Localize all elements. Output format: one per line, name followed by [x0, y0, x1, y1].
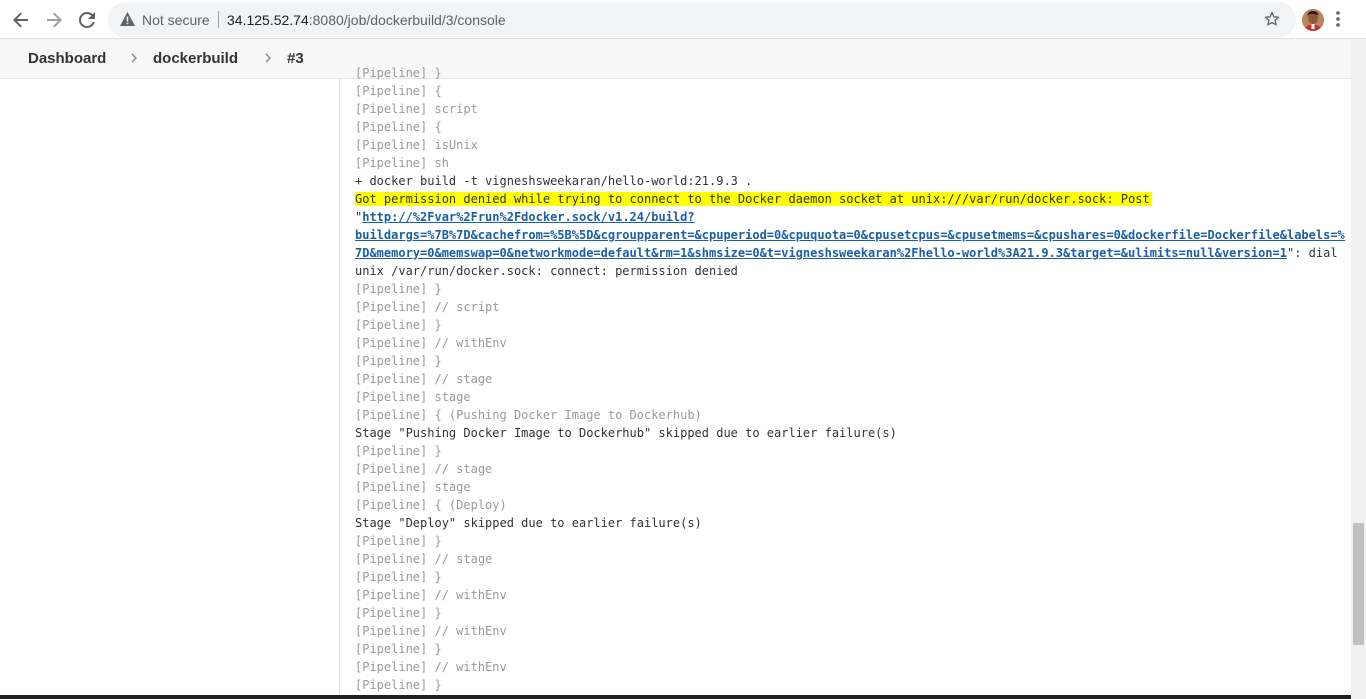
avatar-image — [1302, 9, 1324, 31]
scrollbar-thumb[interactable] — [1353, 523, 1364, 645]
console-line: [Pipeline] { (Pushing Docker Image to Do… — [355, 408, 702, 422]
console-line: [Pipeline] // withEnv — [355, 660, 507, 674]
console-line: [Pipeline] } — [355, 570, 442, 584]
address-bar[interactable]: Not secure 34.125.52.74:8080/job/dockerb… — [108, 2, 1296, 37]
console-lines-bottom: [Pipeline] } [Pipeline] // script [Pipelin… — [355, 280, 1345, 694]
console-line: [Pipeline] { (Deploy) — [355, 498, 507, 512]
url-host: 34.125.52.74 — [227, 12, 309, 28]
console-line: [Pipeline] // script — [355, 300, 500, 314]
back-button[interactable] — [9, 8, 33, 32]
url-path: :8080/job/dockerbuild/3/console — [308, 12, 506, 28]
error-highlight: Got permission denied while trying to co… — [355, 192, 1152, 206]
console-error-tail: unix /var/run/docker.sock: connect: perm… — [355, 264, 738, 278]
console-line: [Pipeline] // withEnv — [355, 624, 507, 638]
breadcrumb-job[interactable]: dockerbuild — [153, 50, 238, 67]
console-line: [Pipeline] { — [355, 84, 442, 98]
console-line: [Pipeline] isUnix — [355, 138, 478, 152]
docker-api-link[interactable]: 7D&memory=0&memswap=0&networkmode=defaul… — [355, 246, 1287, 260]
console-line: [Pipeline] } — [355, 354, 442, 368]
browser-toolbar: Not secure 34.125.52.74:8080/job/dockerb… — [0, 0, 1366, 39]
star-icon[interactable] — [1263, 10, 1281, 28]
breadcrumb-dashboard[interactable]: Dashboard — [28, 50, 106, 67]
omnibox-divider — [218, 11, 219, 28]
console-line: [Pipeline] } — [355, 642, 442, 656]
console-lines-top: [Pipeline] { [Pipeline] script [Pipeline] … — [355, 82, 1345, 190]
chevron-right-icon[interactable] — [265, 53, 271, 63]
console-line: [Pipeline] stage — [355, 480, 471, 494]
kebab-menu-icon[interactable] — [1336, 10, 1340, 28]
chevron-right-icon[interactable] — [131, 53, 137, 63]
console-line: [Pipeline] } — [355, 282, 442, 296]
console-line: Stage "Deploy" skipped due to earlier fa… — [355, 516, 702, 530]
url-text[interactable]: 34.125.52.74:8080/job/dockerbuild/3/cons… — [227, 12, 506, 28]
console-line: [Pipeline] } — [355, 606, 442, 620]
console-line: [Pipeline] } — [355, 318, 442, 332]
console-line: [Pipeline] stage — [355, 390, 471, 404]
console-line-partial: [Pipeline] } — [355, 66, 442, 80]
console-line: [Pipeline] // stage — [355, 372, 493, 386]
warning-triangle-icon[interactable] — [119, 11, 136, 27]
arrow-left-icon — [13, 12, 28, 28]
profile-avatar[interactable] — [1302, 9, 1324, 31]
content-divider — [339, 79, 340, 699]
console-line: + docker build -t vigneshsweekaran/hello… — [355, 174, 753, 188]
console-line: [Pipeline] // stage — [355, 552, 493, 566]
console-line: [Pipeline] } — [355, 444, 442, 458]
arrow-right-icon — [47, 12, 62, 28]
console-error-line: Got permission denied while trying to co… — [355, 190, 1345, 208]
docker-api-link[interactable]: buildargs=%7B%7D&cachefrom=%5B%5D&cgroup… — [355, 228, 1345, 242]
reload-icon — [79, 11, 95, 28]
reload-button[interactable] — [75, 8, 99, 32]
security-status[interactable]: Not secure — [142, 12, 210, 28]
taskbar-edge — [0, 695, 1351, 699]
console-line: [Pipeline] script — [355, 102, 478, 116]
console-line: [Pipeline] sh — [355, 156, 449, 170]
console-line: [Pipeline] } — [355, 678, 442, 692]
console-output: [Pipeline] } [Pipeline] { [Pipeline] scri… — [355, 64, 1345, 699]
link-suffix: ": dial — [1286, 246, 1338, 260]
console-line: [Pipeline] { — [355, 120, 442, 134]
console-line: Stage "Pushing Docker Image to Dockerhub… — [355, 426, 897, 440]
console-link-line: 7D&memory=0&memswap=0&networkmode=defaul… — [355, 244, 1345, 262]
console-line: [Pipeline] // withEnv — [355, 336, 507, 350]
docker-api-link[interactable]: http://%2Fvar%2Frun%2Fdocker.sock/v1.24/… — [362, 210, 694, 224]
console-link-line: "http://%2Fvar%2Frun%2Fdocker.sock/v1.24… — [355, 208, 1345, 226]
page-scrollbar[interactable] — [1351, 39, 1366, 699]
breadcrumb-build[interactable]: #3 — [287, 50, 304, 67]
console-line: [Pipeline] // withEnv — [355, 588, 507, 602]
console-line: [Pipeline] // stage — [355, 462, 493, 476]
side-panel — [0, 79, 339, 699]
console-line: [Pipeline] } — [355, 534, 442, 548]
forward-button[interactable] — [42, 8, 66, 32]
console-link-line: buildargs=%7B%7D&cachefrom=%5B%5D&cgroup… — [355, 226, 1345, 244]
